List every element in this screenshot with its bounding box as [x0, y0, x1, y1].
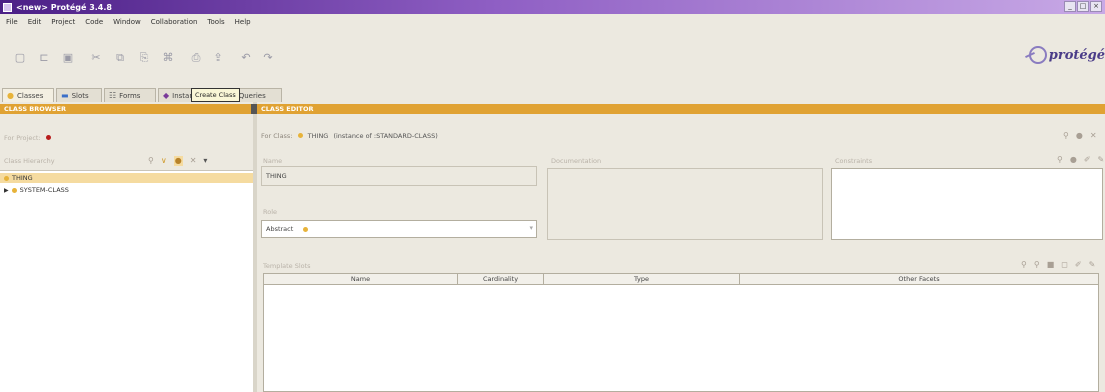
dropdown-menu-icon[interactable]: ▾ [203, 156, 207, 166]
logo-text: protégé [1048, 47, 1105, 63]
class-editor-header: CLASS EDITOR [257, 104, 1105, 114]
menu-project[interactable]: Project [51, 18, 75, 26]
class-browser-header: CLASS BROWSER [0, 104, 253, 114]
constraints-toolbar: ⚲ ● ✐ ✎ [1057, 155, 1104, 165]
create-icon[interactable]: ✐ [1084, 155, 1091, 165]
find-icon[interactable]: ⌘ [162, 52, 174, 64]
paste-icon[interactable]: ⎘ [138, 52, 150, 64]
close-icon[interactable]: ✕ [1090, 131, 1097, 141]
template-slots-table[interactable]: Name Cardinality Type Other Facets [263, 273, 1099, 392]
for-project-label: For Project: [4, 134, 51, 142]
app-icon [3, 2, 12, 12]
cut-icon[interactable]: ✂ [90, 52, 102, 64]
menu-help[interactable]: Help [235, 18, 251, 26]
menu-tools[interactable]: Tools [207, 18, 224, 26]
hierarchy-toolbar: ⚲ ∨ ● ✕ ▾ [148, 156, 207, 166]
expand-arrow-icon[interactable]: ▶ [4, 187, 9, 194]
documentation-field[interactable] [547, 168, 823, 240]
class-dot-icon: ● [7, 90, 14, 100]
export-icon[interactable]: ⇪ [212, 52, 224, 64]
create-class-tooltip: Create Class [191, 88, 240, 102]
close-button[interactable]: × [1090, 1, 1102, 12]
view-class-icon[interactable]: ∨ [161, 156, 167, 166]
editor-toolbar: ⚲ ● ✕ [1063, 131, 1097, 141]
add-icon[interactable]: ● [1070, 155, 1077, 165]
title-bar: <new> Protégé 3.4.8 _ □ × [0, 0, 1105, 14]
copy-icon[interactable]: ⧉ [114, 52, 126, 64]
dropdown-arrow-icon[interactable]: ▾ [529, 224, 533, 232]
column-header-cardinality[interactable]: Cardinality [458, 274, 544, 285]
menu-edit[interactable]: Edit [28, 18, 42, 26]
documentation-label: Documentation [551, 157, 602, 165]
protege-logo: protégé [1028, 45, 1105, 65]
tab-bar: ● Classes ▬ Slots ☷ Forms ◆ Instances ✱ … [0, 88, 1105, 102]
template-slots-toolbar: ⚲ ⚲ ■ ◻ ✐ ✎ [1021, 260, 1095, 270]
remove-icon[interactable]: ✎ [1098, 155, 1105, 165]
tree-item-system-class[interactable]: ▶ SYSTEM-CLASS [0, 185, 253, 195]
window-title: <new> Protégé 3.4.8 [16, 2, 112, 12]
column-header-type[interactable]: Type [544, 274, 740, 285]
abstract-icon [303, 227, 308, 232]
template-slots-label: Template Slots [263, 262, 311, 270]
logo-mark-icon [1028, 46, 1047, 64]
tab-classes[interactable]: ● Classes [2, 88, 54, 102]
save-icon[interactable]: ▣ [62, 52, 74, 64]
create-class-icon[interactable]: ● [173, 156, 183, 166]
tab-slots[interactable]: ▬ Slots [56, 88, 102, 102]
class-tree: THING ▶ SYSTEM-CLASS [0, 170, 253, 392]
maximize-button[interactable]: □ [1077, 1, 1089, 12]
column-header-other-facets[interactable]: Other Facets [740, 274, 1098, 285]
name-field[interactable]: THING [261, 166, 537, 186]
toolbar: ▢ ⊏ ▣ ✂ ⧉ ⎘ ⌘ ⎙ ⇪ ↶ ↷ protégé [0, 29, 1105, 79]
name-label: Name [263, 157, 283, 165]
tab-forms[interactable]: ☷ Forms [104, 88, 156, 102]
open-folder-icon[interactable]: ⊏ [38, 52, 50, 64]
menu-file[interactable]: File [6, 18, 18, 26]
class-icon [4, 175, 9, 181]
for-class-line: For Class: THING (instance of :STANDARD-… [261, 132, 438, 140]
form-grid-icon: ☷ [109, 90, 117, 100]
edit-slot-icon[interactable]: ✐ [1075, 260, 1082, 270]
class-editor-panel: CLASS EDITOR For Class: THING (instance … [257, 102, 1105, 392]
menu-code[interactable]: Code [85, 18, 103, 26]
menu-bar: File Edit Project Code Window Collaborat… [0, 14, 1105, 29]
print-icon[interactable]: ⎙ [190, 52, 202, 64]
delete-class-icon[interactable]: ✕ [190, 156, 197, 166]
window-controls: _ □ × [1064, 1, 1102, 13]
find-icon[interactable]: ⚲ [1063, 131, 1069, 141]
class-hierarchy-label: Class Hierarchy [4, 157, 55, 165]
instance-diamond-icon: ◆ [163, 90, 170, 100]
new-file-icon[interactable]: ▢ [14, 52, 26, 64]
slot-bar-icon: ▬ [61, 90, 69, 100]
redo-icon[interactable]: ↷ [262, 52, 274, 64]
find-class-icon[interactable]: ⚲ [148, 156, 154, 166]
menu-collaboration[interactable]: Collaboration [151, 18, 198, 26]
tree-item-thing[interactable]: THING [0, 173, 253, 183]
undo-icon[interactable]: ↶ [240, 52, 252, 64]
add-slot-icon[interactable]: ■ [1047, 260, 1055, 270]
column-header-name[interactable]: Name [264, 274, 458, 285]
class-icon [297, 133, 303, 138]
class-icon [11, 187, 17, 193]
constraints-label: Constraints [835, 157, 873, 165]
menu-window[interactable]: Window [113, 18, 141, 26]
dot-icon[interactable]: ● [1076, 131, 1083, 141]
find-slot-icon[interactable]: ⚲ [1021, 260, 1027, 270]
remove-slot-icon[interactable]: ◻ [1061, 260, 1068, 270]
override-slot-icon[interactable]: ✎ [1089, 260, 1096, 270]
role-label: Role [263, 208, 278, 216]
constraints-list[interactable] [831, 168, 1103, 240]
role-select[interactable]: Abstract ▾ [261, 220, 537, 238]
project-dot-icon [45, 135, 51, 140]
find-reference-icon[interactable]: ⚲ [1034, 260, 1040, 270]
class-browser-panel: CLASS BROWSER For Project: Class Hierarc… [0, 102, 253, 392]
find-icon[interactable]: ⚲ [1057, 155, 1063, 165]
minimize-button[interactable]: _ [1064, 1, 1076, 12]
